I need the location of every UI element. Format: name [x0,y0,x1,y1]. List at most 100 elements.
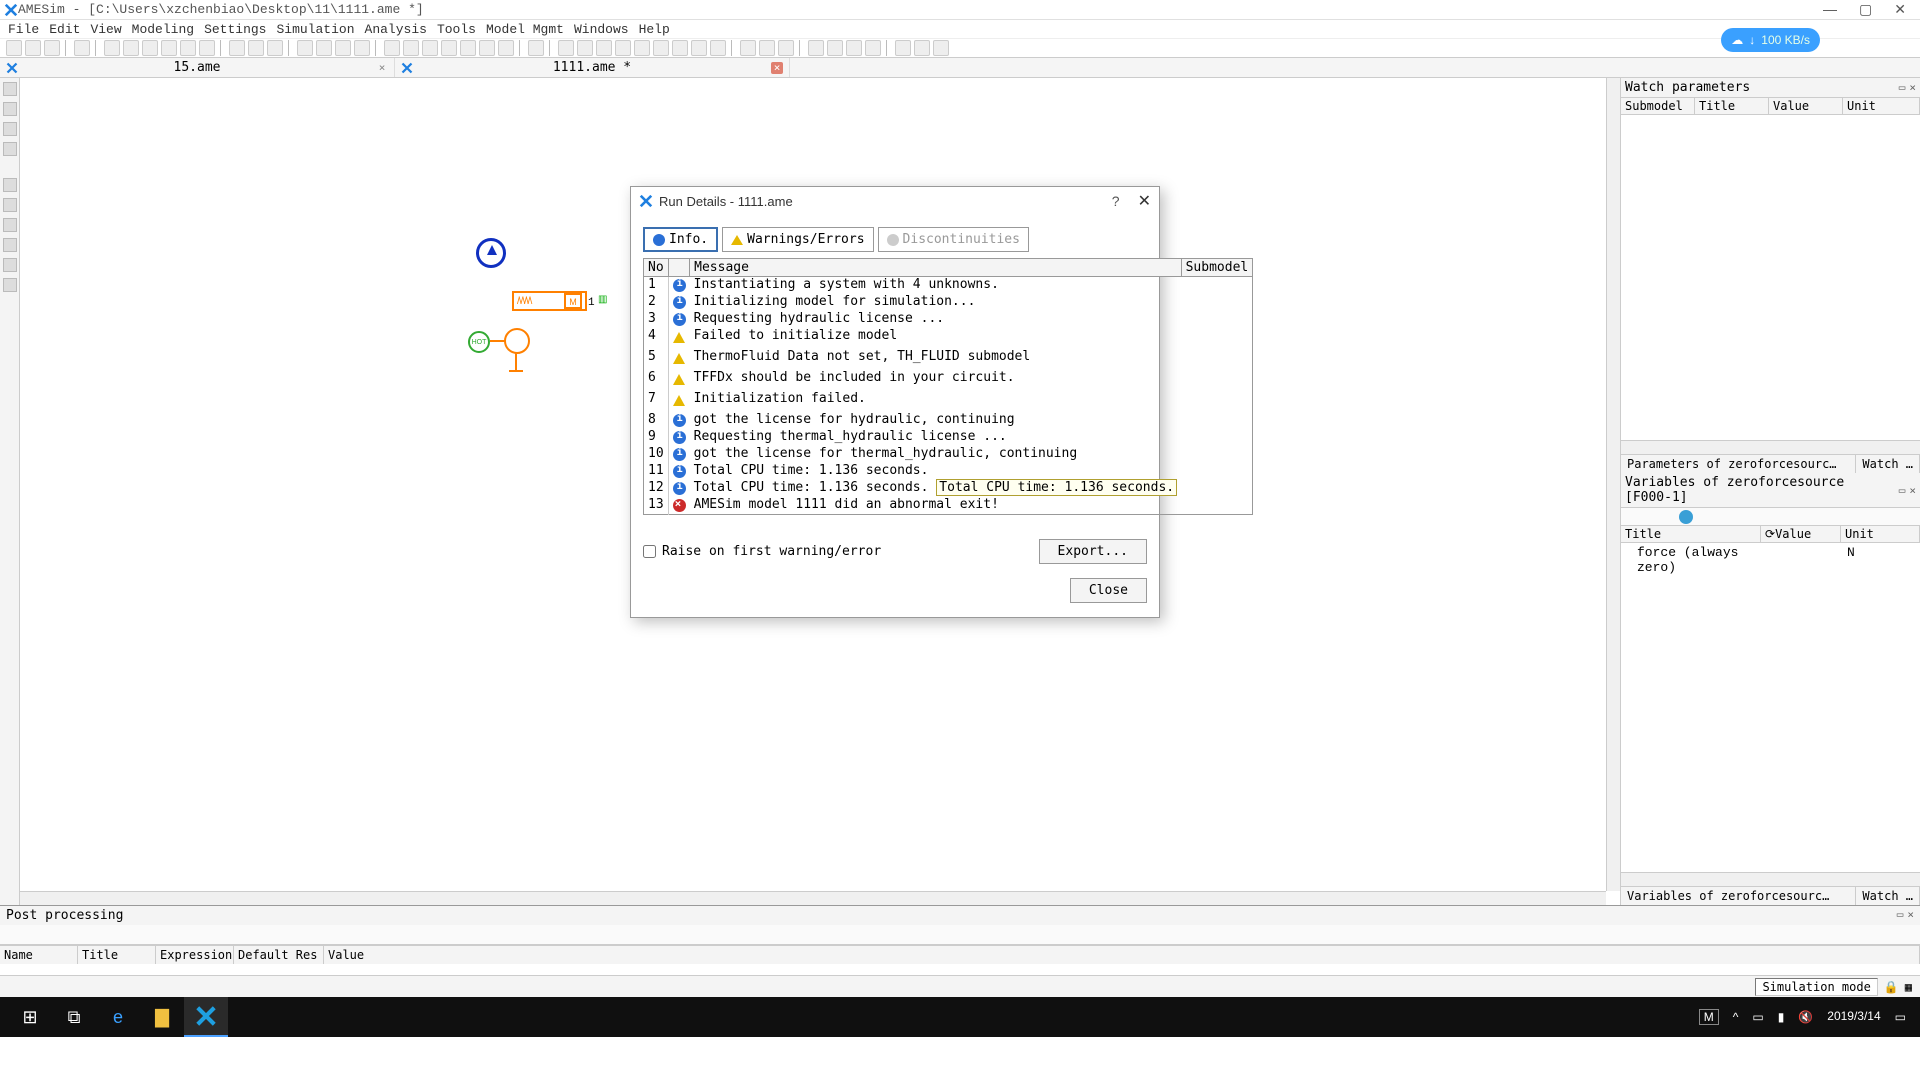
mode-btn[interactable] [3,178,17,192]
toolbar-undo-icon[interactable] [180,40,196,56]
refresh-icon[interactable]: ⟳ [1765,527,1775,541]
message-row[interactable]: 6TFFDx should be included in your circui… [644,370,1253,391]
toolbar-btn[interactable] [577,40,593,56]
tab-variables[interactable]: Variables of zeroforcesourc… [1621,887,1856,905]
toolbar-btn[interactable] [691,40,707,56]
toolbar-zoom-out-icon[interactable] [316,40,332,56]
menu-modeling[interactable]: Modeling [132,22,194,37]
col-no[interactable]: No [644,259,669,277]
col-value[interactable]: ⟳Value [1761,526,1841,542]
dialog-tab-warnings[interactable]: Warnings/Errors [722,227,873,252]
col-icon[interactable] [668,259,690,277]
mode-btn[interactable] [3,198,17,212]
download-speed-badge[interactable]: ☁ ↓ 100 KB/s [1721,28,1820,52]
menu-help[interactable]: Help [639,22,670,37]
toolbar-btn[interactable] [710,40,726,56]
message-row[interactable]: 5ThermoFluid Data not set, TH_FLUID subm… [644,349,1253,370]
maximize-button[interactable]: ▢ [1859,1,1872,18]
dialog-help-button[interactable]: ? [1112,193,1120,209]
toolbar-btn[interactable] [596,40,612,56]
close-button[interactable]: Close [1070,578,1147,603]
message-row[interactable]: 10got the license for thermal_hydraulic,… [644,446,1253,463]
mode-btn[interactable] [3,82,17,96]
toolbar-cut-icon[interactable] [104,40,120,56]
horizontal-scrollbar[interactable] [1621,440,1920,454]
mode-btn[interactable] [3,122,17,136]
mode-btn[interactable] [3,258,17,272]
vars-tool-icon[interactable] [1661,510,1675,524]
tab-15-ame[interactable]: 15.ame × [0,58,395,77]
message-row[interactable]: 2Initializing model for simulation... [644,294,1253,311]
message-row[interactable]: 11Total CPU time: 1.136 seconds. [644,463,1253,480]
toolbar-btn[interactable] [759,40,775,56]
menu-windows[interactable]: Windows [574,22,629,37]
message-row[interactable]: 4Failed to initialize model [644,328,1253,349]
toolbar-zoom-in-icon[interactable] [297,40,313,56]
toolbar-btn[interactable] [827,40,843,56]
col-unit[interactable]: Unit [1843,98,1920,114]
horizontal-scrollbar[interactable] [20,891,1606,905]
toolbar-btn[interactable] [403,40,419,56]
toolbar-btn[interactable] [422,40,438,56]
toolbar-btn[interactable] [441,40,457,56]
undock-icon[interactable]: ▭ [1897,908,1904,923]
mode-btn[interactable] [3,102,17,116]
toolbar-btn[interactable] [634,40,650,56]
message-row[interactable]: 1Instantiating a system with 4 unknowns. [644,277,1253,295]
minimize-button[interactable]: — [1823,1,1837,18]
menu-tools[interactable]: Tools [437,22,476,37]
close-panel-icon[interactable]: × [1909,81,1916,94]
var-row[interactable]: force (always zero) N [1627,545,1914,575]
tray-chevron-icon[interactable]: ^ [1733,1010,1739,1024]
toolbar-paste-icon[interactable] [142,40,158,56]
raise-on-first-checkbox[interactable]: Raise on first warning/error [643,544,881,559]
menu-simulation[interactable]: Simulation [277,22,355,37]
toolbar-btn[interactable] [914,40,930,56]
col-expression[interactable]: Expression [156,946,234,964]
col-title[interactable]: Title [78,946,156,964]
toolbar-delete-icon[interactable] [161,40,177,56]
hot-source[interactable]: HOT [468,331,490,353]
vars-tool-icon[interactable] [1625,510,1639,524]
dialog-tab-info[interactable]: Info. [643,227,718,252]
file-explorer-icon[interactable]: ▇ [140,997,184,1037]
vars-panel-header[interactable]: Variables of zeroforcesource [F000-1]▭× [1621,473,1920,508]
model-canvas[interactable]: /\/\/\/\ M 1 ▥ HOT Run Details - 1111.am… [20,78,1620,905]
message-row[interactable]: 8got the license for hydraulic, continui… [644,412,1253,429]
toolbar-btn[interactable] [865,40,881,56]
toolbar-btn[interactable] [615,40,631,56]
col-title[interactable]: Title [1695,98,1769,114]
vertical-scrollbar[interactable] [1606,78,1620,891]
toolbar-btn[interactable] [558,40,574,56]
tab-1111-ame[interactable]: 1111.ame * × [395,58,790,77]
start-button[interactable]: ⊞ [8,997,52,1037]
tab-close-icon[interactable]: × [376,62,388,74]
toolbar-rotate-right-icon[interactable] [248,40,264,56]
toolbar-btn[interactable] [479,40,495,56]
toolbar-rotate-left-icon[interactable] [229,40,245,56]
vars-grid-body[interactable]: force (always zero) N [1621,543,1920,872]
message-row[interactable]: 9Requesting thermal_hydraulic license ..… [644,429,1253,446]
tray-volume-icon[interactable]: 🔇 [1798,1010,1813,1024]
toolbar-redo-icon[interactable] [199,40,215,56]
toolbar-flip-icon[interactable] [267,40,283,56]
col-name[interactable]: Name [0,946,78,964]
message-row[interactable]: 13AMESim model 1111 did an abnormal exit… [644,497,1253,515]
toolbar-new-icon[interactable] [6,40,22,56]
task-view-button[interactable]: ⧉ [52,997,96,1037]
mode-btn[interactable] [3,278,17,292]
col-submodel[interactable]: Submodel [1181,259,1253,277]
toolbar-btn[interactable] [778,40,794,56]
message-row[interactable]: 7Initialization failed. [644,391,1253,412]
mode-btn[interactable] [3,142,17,156]
checkbox-input[interactable] [643,545,656,558]
toolbar-copy-icon[interactable] [123,40,139,56]
ground-icon[interactable]: ▥ [598,294,607,305]
col-title[interactable]: Title [1621,526,1761,542]
close-panel-icon[interactable]: × [1909,484,1916,497]
message-row[interactable]: 3Requesting hydraulic license ... [644,311,1253,328]
dialog-tab-discontinuities[interactable]: Discontinuities [878,227,1029,252]
message-row[interactable]: 12Total CPU time: 1.136 seconds. Total C… [644,480,1253,497]
toolbar-btn[interactable] [846,40,862,56]
toolbar-btn[interactable] [672,40,688,56]
